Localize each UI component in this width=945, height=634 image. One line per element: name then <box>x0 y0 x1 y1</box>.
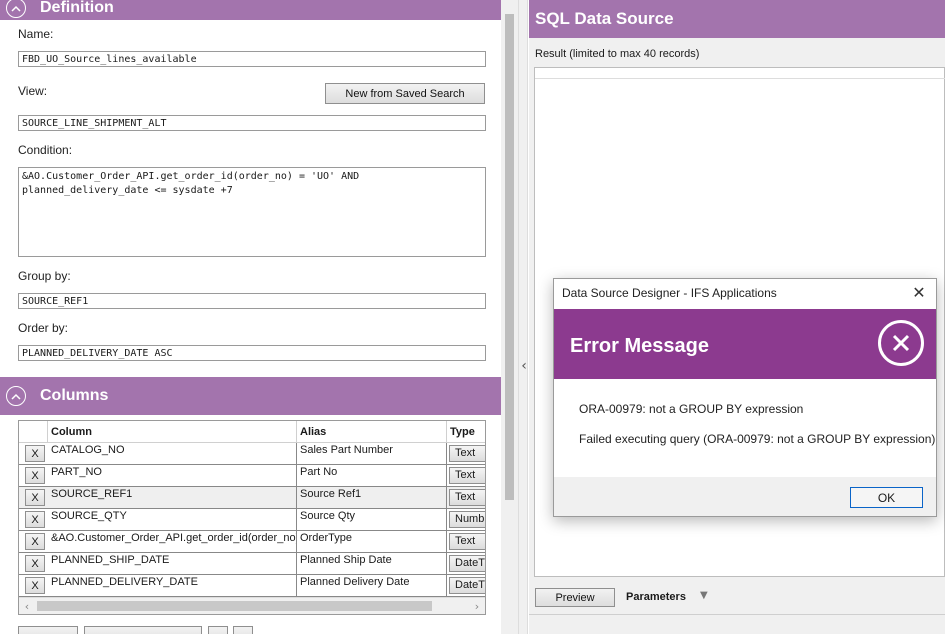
columns-title: Columns <box>40 387 109 404</box>
row-alias-cell[interactable]: OrderType <box>297 531 447 553</box>
row-column-cell[interactable]: SOURCE_QTY <box>48 509 297 531</box>
remove-row-button[interactable]: X <box>25 577 45 594</box>
view-label: View: <box>18 84 48 98</box>
grid-header-column[interactable]: Column <box>48 421 297 443</box>
ok-button[interactable]: OK <box>850 487 923 508</box>
table-row[interactable]: X PLANNED_SHIP_DATE Planned Ship Date Da… <box>19 553 485 575</box>
condition-label: Condition: <box>18 143 73 157</box>
definition-section-header[interactable]: Definition <box>0 0 501 20</box>
group-by-field[interactable]: SOURCE_REF1 <box>18 293 486 309</box>
order-by-field[interactable]: PLANNED_DELIVERY_DATE ASC <box>18 345 486 361</box>
column-action-button[interactable] <box>84 626 202 634</box>
preview-button[interactable]: Preview <box>535 588 615 607</box>
dialog-message-line1: ORA-00979: not a GROUP BY expression <box>579 402 804 416</box>
order-by-label: Order by: <box>18 321 69 335</box>
row-column-cell[interactable]: CATALOG_NO <box>48 443 297 465</box>
table-row[interactable]: X PART_NO Part No Text <box>19 465 485 487</box>
definition-pane: Definition Name: FBD_UO_Source_lines_ava… <box>0 0 501 634</box>
dialog-message-line2: Failed executing query (ORA-00979: not a… <box>579 432 936 446</box>
group-by-label: Group by: <box>18 269 71 283</box>
add-button[interactable] <box>18 626 78 634</box>
condition-field[interactable]: &AO.Customer_Order_API.get_order_id(orde… <box>18 167 486 257</box>
dialog-heading: Error Message <box>570 335 709 357</box>
caret-down-icon[interactable]: ▼ <box>700 590 708 601</box>
left-pane-scrollbar[interactable] <box>501 0 518 634</box>
definition-title: Definition <box>40 0 114 16</box>
remove-row-button[interactable]: X <box>25 445 45 462</box>
grid-header-type[interactable]: Type <box>447 421 485 443</box>
scroll-left-icon[interactable]: ‹ <box>19 598 35 614</box>
row-alias-cell[interactable]: Planned Ship Date <box>297 553 447 575</box>
sql-data-source-title: SQL Data Source <box>529 0 945 38</box>
scroll-right-icon[interactable]: › <box>469 598 485 614</box>
grid-header-alias[interactable]: Alias <box>297 421 447 443</box>
row-alias-cell[interactable]: Part No <box>297 465 447 487</box>
columns-grid: Column Alias Type X CATALOG_NO Sales Par… <box>18 420 486 615</box>
row-column-cell[interactable]: SOURCE_REF1 <box>48 487 297 509</box>
error-dialog: Data Source Designer - IFS Applications … <box>553 278 937 517</box>
remove-row-button[interactable]: X <box>25 489 45 506</box>
row-column-cell[interactable]: &AO.Customer_Order_API.get_order_id(orde… <box>48 531 297 553</box>
name-label: Name: <box>18 27 54 41</box>
new-from-saved-search-button[interactable]: New from Saved Search <box>325 83 485 104</box>
chevron-up-icon[interactable] <box>6 386 26 406</box>
row-alias-cell[interactable]: Source Ref1 <box>297 487 447 509</box>
row-alias-cell[interactable]: Source Qty <box>297 509 447 531</box>
grid-header-spacer <box>19 421 48 443</box>
view-field[interactable]: SOURCE_LINE_SHIPMENT_ALT <box>18 115 486 131</box>
table-row[interactable]: X &AO.Customer_Order_API.get_order_id(or… <box>19 531 485 553</box>
pane-splitter[interactable]: ‹ <box>518 0 528 634</box>
result-label: Result (limited to max 40 records) <box>535 48 700 60</box>
remove-row-button[interactable]: X <box>25 511 45 528</box>
move-up-button[interactable] <box>208 626 228 634</box>
dialog-window-title: Data Source Designer - IFS Applications <box>562 286 777 300</box>
remove-row-button[interactable]: X <box>25 533 45 550</box>
error-circle-x-icon <box>878 320 924 366</box>
row-column-cell[interactable]: PLANNED_DELIVERY_DATE <box>48 575 297 597</box>
row-type-select[interactable]: DateTi <box>449 555 485 572</box>
row-type-select[interactable]: Text <box>449 445 485 462</box>
row-type-select[interactable]: DateTi <box>449 577 485 594</box>
row-type-select[interactable]: Text <box>449 489 485 506</box>
grid-header: Column Alias Type <box>19 421 485 443</box>
row-alias-cell[interactable]: Sales Part Number <box>297 443 447 465</box>
name-field[interactable]: FBD_UO_Source_lines_available <box>18 51 486 67</box>
table-row[interactable]: X SOURCE_REF1 Source Ref1 Text <box>19 487 485 509</box>
dialog-banner: Error Message <box>554 309 936 379</box>
close-icon[interactable]: ✕ <box>910 283 928 302</box>
table-row[interactable]: X CATALOG_NO Sales Part Number Text <box>19 443 485 465</box>
remove-row-button[interactable]: X <box>25 555 45 572</box>
remove-row-button[interactable]: X <box>25 467 45 484</box>
scrollbar-thumb[interactable] <box>37 601 432 611</box>
chevron-up-icon[interactable] <box>6 0 26 18</box>
table-row[interactable]: X SOURCE_QTY Source Qty Numb <box>19 509 485 531</box>
row-column-cell[interactable]: PLANNED_SHIP_DATE <box>48 553 297 575</box>
chevron-left-icon[interactable]: ‹ <box>519 358 529 374</box>
move-down-button[interactable] <box>233 626 253 634</box>
scrollbar-thumb[interactable] <box>505 14 514 500</box>
row-type-select[interactable]: Numb <box>449 511 485 528</box>
row-type-select[interactable]: Text <box>449 533 485 550</box>
columns-section-header[interactable]: Columns <box>0 377 501 415</box>
grid-horizontal-scrollbar[interactable]: ‹ › <box>19 597 485 614</box>
parameters-label[interactable]: Parameters <box>626 591 686 603</box>
row-alias-cell[interactable]: Planned Delivery Date <box>297 575 447 597</box>
table-row[interactable]: X PLANNED_DELIVERY_DATE Planned Delivery… <box>19 575 485 597</box>
row-type-select[interactable]: Text <box>449 467 485 484</box>
row-column-cell[interactable]: PART_NO <box>48 465 297 487</box>
divider <box>529 614 945 615</box>
